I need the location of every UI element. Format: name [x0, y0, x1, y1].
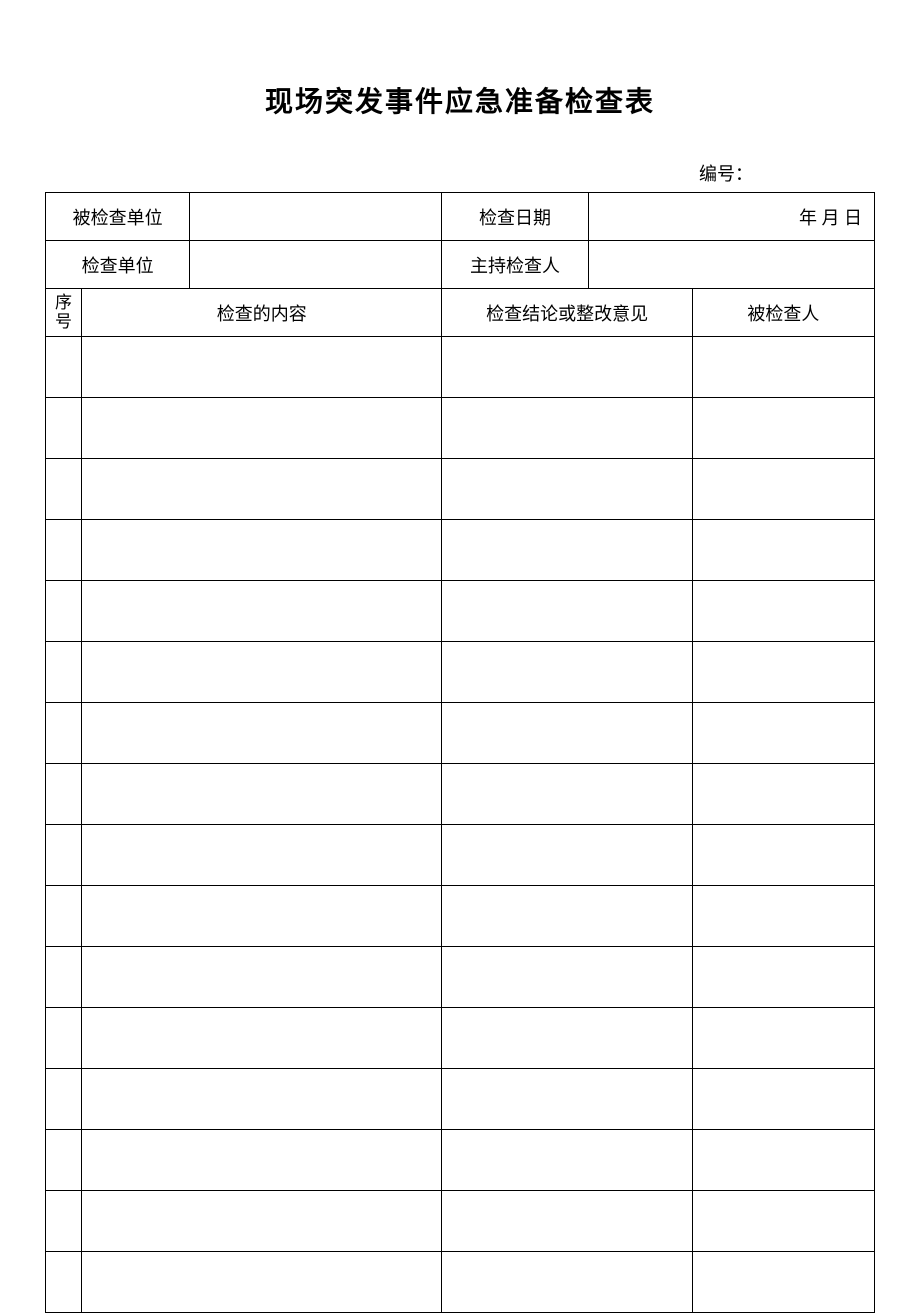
- inspected-unit-value[interactable]: [190, 193, 442, 241]
- presiding-inspector-value[interactable]: [588, 241, 874, 289]
- table-row: [46, 764, 875, 825]
- cell-conclusion[interactable]: [442, 1069, 692, 1130]
- cell-conclusion[interactable]: [442, 520, 692, 581]
- cell-conclusion[interactable]: [442, 764, 692, 825]
- cell-seq[interactable]: [46, 398, 82, 459]
- cell-content[interactable]: [82, 886, 442, 947]
- cell-conclusion[interactable]: [442, 947, 692, 1008]
- cell-person[interactable]: [692, 459, 874, 520]
- table-row: [46, 337, 875, 398]
- cell-seq[interactable]: [46, 825, 82, 886]
- cell-person[interactable]: [692, 398, 874, 459]
- cell-content[interactable]: [82, 1008, 442, 1069]
- cell-conclusion[interactable]: [442, 1130, 692, 1191]
- table-row: [46, 1069, 875, 1130]
- table-row: [46, 825, 875, 886]
- cell-conclusion[interactable]: [442, 1252, 692, 1313]
- cell-content[interactable]: [82, 947, 442, 1008]
- col-seq: 序号: [46, 289, 82, 337]
- cell-person[interactable]: [692, 703, 874, 764]
- cell-conclusion[interactable]: [442, 398, 692, 459]
- table-row: [46, 1008, 875, 1069]
- cell-seq[interactable]: [46, 947, 82, 1008]
- cell-content[interactable]: [82, 1252, 442, 1313]
- cell-person[interactable]: [692, 1069, 874, 1130]
- cell-person[interactable]: [692, 520, 874, 581]
- cell-person[interactable]: [692, 1130, 874, 1191]
- cell-conclusion[interactable]: [442, 642, 692, 703]
- cell-content[interactable]: [82, 1130, 442, 1191]
- inspected-unit-label: 被检查单位: [46, 193, 190, 241]
- page-title: 现场突发事件应急准备检查表: [45, 80, 875, 120]
- inspecting-unit-value[interactable]: [190, 241, 442, 289]
- cell-seq[interactable]: [46, 1069, 82, 1130]
- table-row: [46, 1252, 875, 1313]
- cell-seq[interactable]: [46, 1191, 82, 1252]
- cell-content[interactable]: [82, 337, 442, 398]
- inspecting-unit-label: 检查单位: [46, 241, 190, 289]
- cell-content[interactable]: [82, 1191, 442, 1252]
- cell-content[interactable]: [82, 520, 442, 581]
- cell-seq[interactable]: [46, 1252, 82, 1313]
- cell-seq[interactable]: [46, 337, 82, 398]
- table-row: [46, 520, 875, 581]
- table-row: [46, 398, 875, 459]
- cell-content[interactable]: [82, 703, 442, 764]
- table-row: [46, 581, 875, 642]
- cell-seq[interactable]: [46, 1130, 82, 1191]
- cell-seq[interactable]: [46, 459, 82, 520]
- cell-content[interactable]: [82, 825, 442, 886]
- cell-content[interactable]: [82, 764, 442, 825]
- cell-person[interactable]: [692, 1252, 874, 1313]
- cell-person[interactable]: [692, 1191, 874, 1252]
- cell-person[interactable]: [692, 642, 874, 703]
- cell-content[interactable]: [82, 642, 442, 703]
- table-row: [46, 703, 875, 764]
- cell-seq[interactable]: [46, 642, 82, 703]
- doc-number-label: 编号：: [45, 160, 875, 186]
- cell-person[interactable]: [692, 825, 874, 886]
- cell-person[interactable]: [692, 337, 874, 398]
- cell-seq[interactable]: [46, 520, 82, 581]
- cell-content[interactable]: [82, 1069, 442, 1130]
- cell-seq[interactable]: [46, 764, 82, 825]
- cell-conclusion[interactable]: [442, 1191, 692, 1252]
- table-row: [46, 459, 875, 520]
- cell-person[interactable]: [692, 947, 874, 1008]
- cell-person[interactable]: [692, 886, 874, 947]
- cell-content[interactable]: [82, 398, 442, 459]
- cell-seq[interactable]: [46, 581, 82, 642]
- cell-conclusion[interactable]: [442, 703, 692, 764]
- cell-seq[interactable]: [46, 703, 82, 764]
- table-row: [46, 1130, 875, 1191]
- cell-content[interactable]: [82, 581, 442, 642]
- col-content: 检查的内容: [82, 289, 442, 337]
- cell-seq[interactable]: [46, 886, 82, 947]
- table-row: [46, 947, 875, 1008]
- cell-conclusion[interactable]: [442, 825, 692, 886]
- cell-person[interactable]: [692, 1008, 874, 1069]
- table-row: [46, 886, 875, 947]
- inspection-date-value[interactable]: 年 月 日: [588, 193, 874, 241]
- col-inspected-person: 被检查人: [692, 289, 874, 337]
- cell-person[interactable]: [692, 764, 874, 825]
- col-conclusion: 检查结论或整改意见: [442, 289, 692, 337]
- cell-conclusion[interactable]: [442, 581, 692, 642]
- cell-conclusion[interactable]: [442, 337, 692, 398]
- table-row: [46, 642, 875, 703]
- cell-conclusion[interactable]: [442, 1008, 692, 1069]
- cell-conclusion[interactable]: [442, 459, 692, 520]
- cell-seq[interactable]: [46, 1008, 82, 1069]
- table-row: [46, 1191, 875, 1252]
- checklist-table: 被检查单位 检查日期 年 月 日 检查单位 主持检查人 序号 检查的内容 检查结…: [45, 192, 875, 1313]
- presiding-inspector-label: 主持检查人: [442, 241, 588, 289]
- cell-conclusion[interactable]: [442, 886, 692, 947]
- inspection-date-label: 检查日期: [442, 193, 588, 241]
- cell-person[interactable]: [692, 581, 874, 642]
- cell-content[interactable]: [82, 459, 442, 520]
